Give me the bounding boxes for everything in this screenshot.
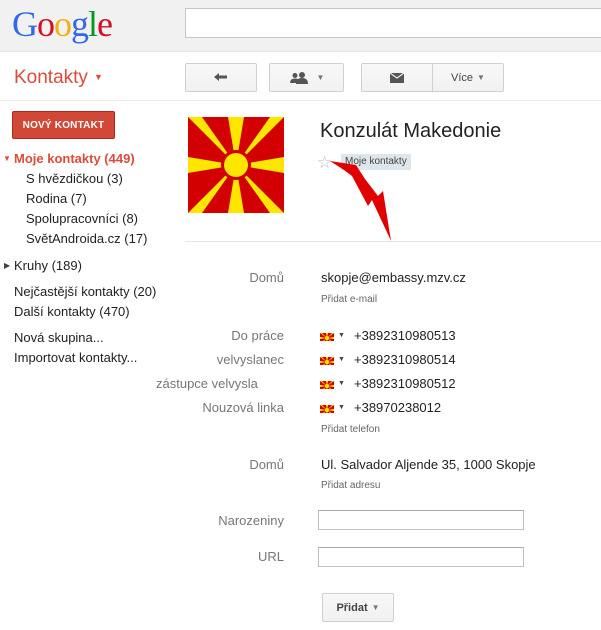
add-address-link[interactable]: Přidat adresu xyxy=(321,480,380,491)
contact-photo[interactable] xyxy=(188,117,284,213)
address-value[interactable]: Ul. Salvador Aljende 35, 1000 Skopje xyxy=(321,457,536,472)
sidebar-item-svetandroida[interactable]: SvětAndroida.cz (17) xyxy=(26,230,147,248)
logo-letter: l xyxy=(88,4,98,44)
macedonia-flag-image xyxy=(188,117,284,213)
email-value[interactable]: skopje@embassy.mzv.cz xyxy=(321,270,466,285)
google-logo[interactable]: Google xyxy=(12,4,113,44)
new-group-link[interactable]: Nová skupina... xyxy=(14,329,104,347)
phone-value[interactable]: +3892310980513 xyxy=(354,328,456,343)
contact-name: Konzulát Makedonie xyxy=(320,120,502,142)
more-label: Více xyxy=(451,71,474,84)
add-phone-link[interactable]: Přidat telefon xyxy=(321,424,380,435)
groups-button[interactable]: ▼ xyxy=(269,63,344,92)
divider xyxy=(185,241,601,242)
birthday-input[interactable] xyxy=(318,510,524,530)
chevron-down-icon: ▼ xyxy=(477,73,485,82)
phone-label: Nouzová linka xyxy=(202,400,284,415)
phone-label: zástupce velvysla xyxy=(156,376,258,391)
logo-letter: e xyxy=(97,4,113,44)
import-contacts-link[interactable]: Importovat kontakty... xyxy=(14,349,137,367)
add-email-link[interactable]: Přidat e-mail xyxy=(321,294,377,305)
macedonia-flag-icon[interactable] xyxy=(320,379,334,389)
macedonia-flag-icon[interactable] xyxy=(320,331,334,341)
sidebar-item-family[interactable]: Rodina (7) xyxy=(26,190,87,208)
group-tag[interactable]: Moje kontakty xyxy=(341,154,411,170)
sidebar-item-other[interactable]: Další kontakty (470) xyxy=(14,303,130,321)
back-button[interactable] xyxy=(185,63,257,92)
logo-letter: o xyxy=(54,4,72,44)
phone-label: Do práce xyxy=(231,328,284,343)
mail-button[interactable] xyxy=(361,63,433,92)
sidebar-item-coworkers[interactable]: Spolupracovníci (8) xyxy=(26,210,138,228)
sidebar-item-starred[interactable]: S hvězdičkou (3) xyxy=(26,170,123,188)
chevron-down-icon: ▼ xyxy=(93,72,103,82)
address-label: Domů xyxy=(249,457,284,472)
logo-letter: o xyxy=(37,4,55,44)
sidebar-item-my-contacts[interactable]: Moje kontakty (449) xyxy=(14,150,135,168)
chevron-down-icon[interactable]: ▼ xyxy=(338,404,345,411)
logo-letter: G xyxy=(12,4,38,44)
people-icon xyxy=(289,71,308,84)
phone-value[interactable]: +3892310980512 xyxy=(354,376,456,391)
chevron-down-icon[interactable]: ▼ xyxy=(338,380,345,387)
app-title: Kontakty xyxy=(14,67,88,88)
sidebar-item-circles[interactable]: Kruhy (189) xyxy=(14,257,82,275)
add-field-label: Přidat xyxy=(336,601,368,614)
macedonia-flag-icon[interactable] xyxy=(320,403,334,413)
phone-value[interactable]: +3892310980514 xyxy=(354,352,456,367)
sidebar-item-frequent[interactable]: Nejčastější kontakty (20) xyxy=(14,283,156,301)
url-label: URL xyxy=(257,549,284,564)
chevron-down-icon: ▼ xyxy=(371,603,380,612)
star-icon[interactable]: ☆ xyxy=(317,153,332,173)
url-input[interactable] xyxy=(318,547,524,567)
new-contact-button[interactable]: NOVÝ KONTAKT xyxy=(12,111,115,139)
chevron-down-icon[interactable]: ▼ xyxy=(338,356,345,363)
logo-letter: g xyxy=(71,4,89,44)
phone-label: velvyslanec xyxy=(216,352,284,367)
birthday-label: Narozeniny xyxy=(218,513,284,528)
phone-value[interactable]: +38970238012 xyxy=(354,400,441,415)
chevron-down-icon: ▼ xyxy=(316,73,325,82)
chevron-down-icon[interactable]: ▼ xyxy=(338,332,345,339)
mail-icon xyxy=(390,72,404,83)
more-button[interactable]: Více ▼ xyxy=(432,63,504,92)
email-label: Domů xyxy=(249,270,284,285)
search-input[interactable] xyxy=(185,8,601,38)
add-field-button[interactable]: Přidat ▼ xyxy=(322,593,394,622)
macedonia-flag-icon[interactable] xyxy=(320,355,334,365)
collapsed-triangle-icon[interactable]: ▶ xyxy=(4,261,10,270)
app-title-dropdown[interactable]: Kontakty ▼ xyxy=(14,67,103,89)
expanded-triangle-icon[interactable]: ▼ xyxy=(3,154,11,163)
back-arrow-icon xyxy=(214,72,227,81)
